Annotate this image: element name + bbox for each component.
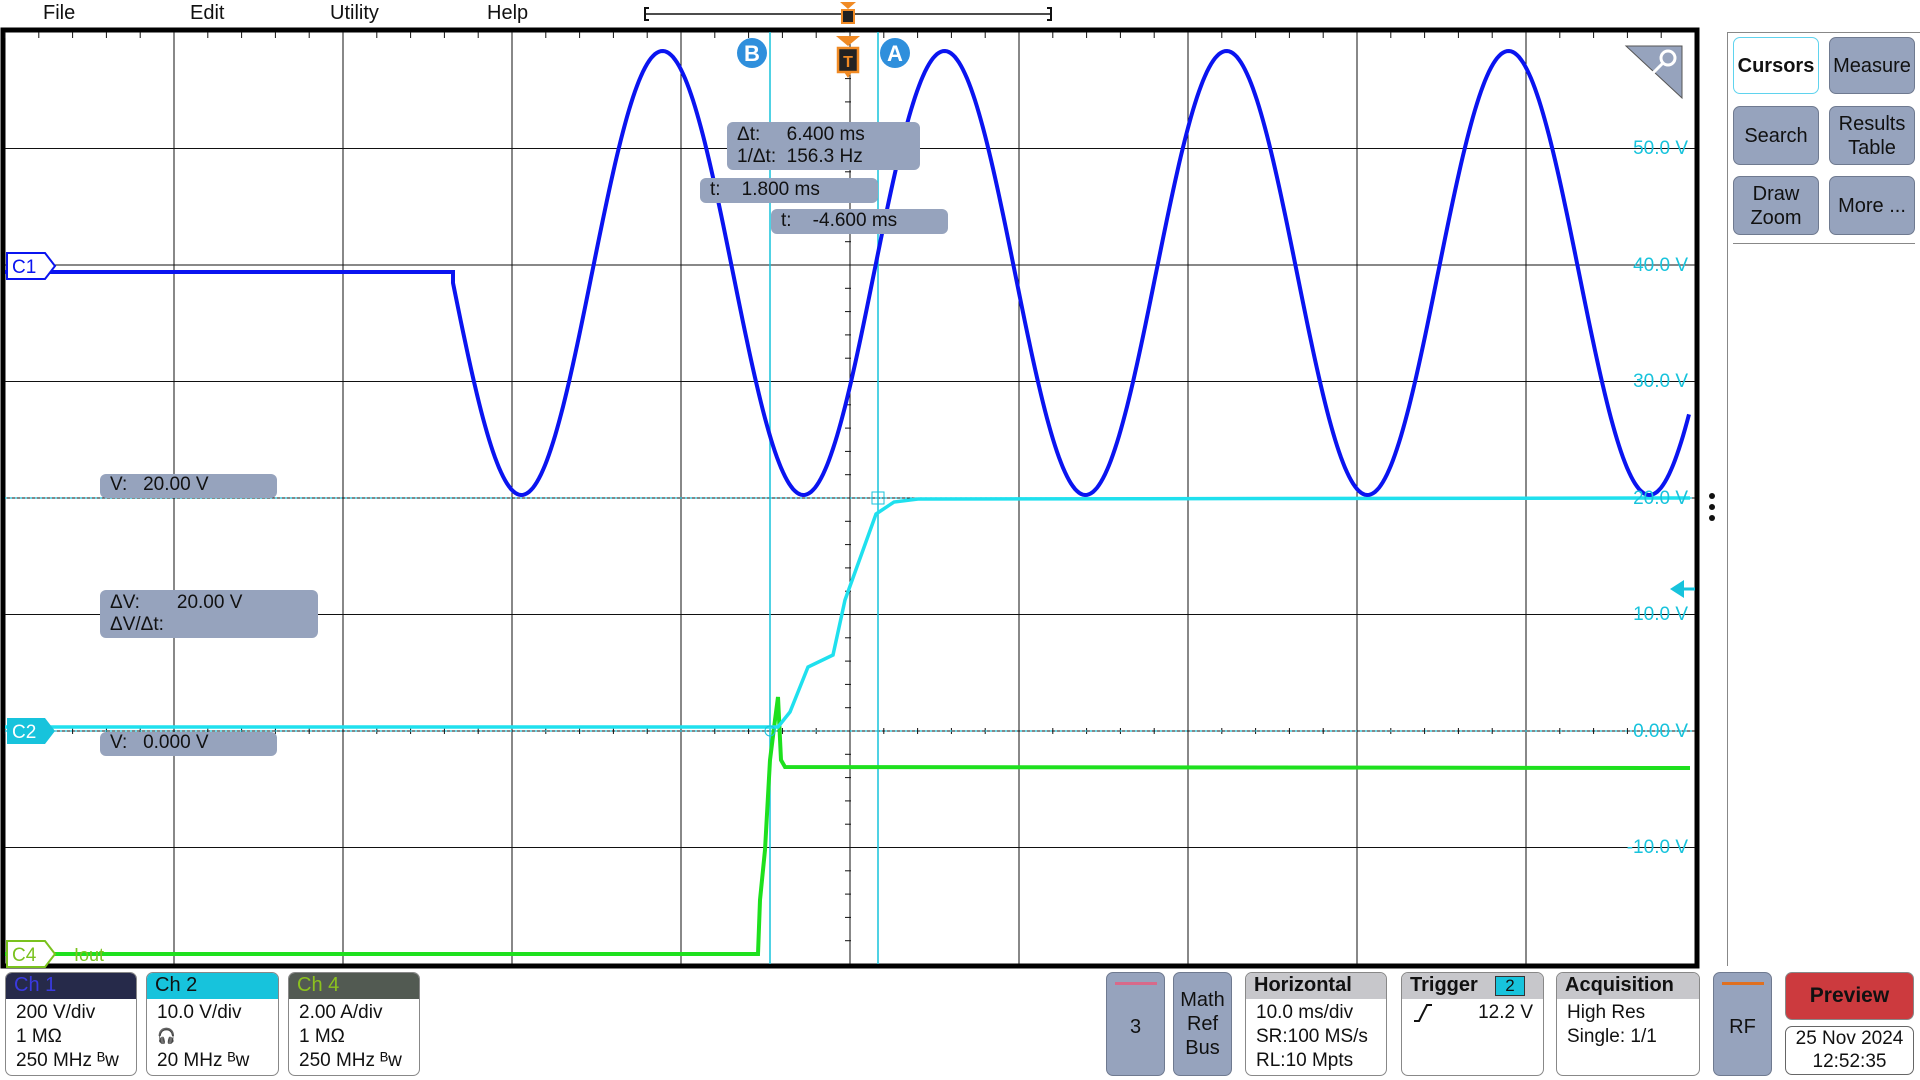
delta-t-value: Δt: 6.400 ms (737, 124, 865, 145)
side-panel (1727, 32, 1920, 966)
ch1-termination: 1 MΩ (16, 1026, 62, 1047)
ch4-termination: 1 MΩ (299, 1026, 345, 1047)
ch2-offset-badge[interactable]: C2 (7, 718, 55, 744)
ch2-badge[interactable]: Ch 2 10.0 V/div 🎧 20 MHz ᴮw (146, 972, 279, 1076)
volt-label-10: 10.0 V (1633, 604, 1688, 625)
date-time-display[interactable]: 25 Nov 2024 12:52:35 (1785, 1026, 1914, 1075)
cursor-a-voltage-readout[interactable]: V: 20.00 V (100, 474, 277, 498)
ch4-badge[interactable]: Ch 4 2.00 A/div 1 MΩ 250 MHz ᴮw (288, 972, 420, 1076)
rf-label: RF (1729, 1015, 1756, 1038)
ch1-title: Ch 1 (6, 973, 136, 999)
ch1-offset-badge[interactable]: C1 (6, 252, 57, 280)
inverse-delta-t-value: 1/Δt: 156.3 Hz (737, 146, 863, 167)
probe-icon: 🎧 (157, 1028, 176, 1045)
bus-label: Bus (1185, 1037, 1220, 1059)
delta-v-value: ΔV: 20.00 V (110, 592, 243, 613)
rf-color-bar (1721, 981, 1764, 985)
time: 12:52:35 (1812, 1051, 1887, 1072)
ch1-badge[interactable]: Ch 1 200 V/div 1 MΩ 250 MHz ᴮw (5, 972, 137, 1076)
ch1-bandwidth: 250 MHz ᴮw (16, 1050, 119, 1071)
math-label: Math (1180, 989, 1225, 1011)
cursors-button[interactable]: Cursors (1733, 37, 1819, 94)
ch3-label: 3 (1129, 1015, 1142, 1038)
cursor-b-voltage-readout[interactable]: V: 0.000 V (100, 732, 277, 756)
add-channel-3-button[interactable]: 3 (1106, 972, 1165, 1076)
horizontal-title: Horizontal (1246, 973, 1386, 999)
cursor-a-time-readout[interactable]: t: 1.800 ms (700, 178, 878, 203)
horizontal-badge[interactable]: Horizontal 10.0 ms/div SR:100 MS/s RL:10 M… (1245, 972, 1387, 1076)
ch1-scale: 200 V/div (16, 1002, 96, 1023)
cursor-b-time-readout[interactable]: t: -4.600 ms (771, 209, 948, 234)
record-timeline[interactable] (644, 2, 1052, 24)
volt-label-30: 30.0 V (1633, 371, 1688, 392)
rf-button[interactable]: RF (1713, 972, 1772, 1076)
svg-text:B: B (744, 41, 760, 66)
date: 25 Nov 2024 (1795, 1028, 1904, 1049)
preview-button[interactable]: Preview (1785, 972, 1914, 1020)
draw-zoom-button[interactable]: Draw Zoom (1733, 176, 1819, 235)
math-ref-bus-button[interactable]: Math Ref Bus (1173, 972, 1232, 1076)
side-panel-divider (1733, 243, 1915, 244)
more-button[interactable]: More ... (1829, 176, 1915, 235)
ch4-scale: 2.00 A/div (299, 1002, 383, 1023)
sample-rate: SR:100 MS/s (1256, 1026, 1368, 1047)
volt-label-minus10: -10.0 V (1626, 837, 1688, 858)
trigger-badge[interactable]: Trigger 2 12.2 V (1401, 972, 1544, 1076)
ch2-scale: 10.0 V/div (157, 1002, 242, 1023)
rising-edge-icon (1412, 1001, 1434, 1030)
delta-t-readout[interactable]: Δt: 6.400 ms 1/Δt: 156.3 Hz (727, 122, 920, 170)
ref-label: Ref (1186, 1013, 1219, 1035)
acquisition-mode: High Res (1567, 1002, 1646, 1023)
ch2-bandwidth: 20 MHz ᴮw (157, 1050, 250, 1071)
svg-text:A: A (887, 41, 903, 66)
waveform-display[interactable]: B A T C1 C2 C4 Iout (0, 0, 1920, 1080)
record-length: RL:10 Mpts (1256, 1050, 1354, 1071)
ch3-color-bar (1114, 981, 1157, 985)
ch4-title: Ch 4 (289, 973, 419, 999)
ch4-bandwidth: 250 MHz ᴮw (299, 1050, 402, 1071)
search-button[interactable]: Search (1733, 106, 1819, 165)
volt-label-40: 40.0 V (1633, 255, 1688, 276)
acquisition-badge[interactable]: Acquisition High Res Single: 1/1 (1556, 972, 1700, 1076)
trigger-source: 2 (1495, 976, 1525, 996)
ch2-title: Ch 2 (147, 973, 278, 999)
acquisition-count: Single: 1/1 (1567, 1026, 1657, 1047)
svg-text:T: T (843, 54, 853, 71)
trigger-level: 12.2 V (1478, 1002, 1533, 1023)
time-per-div: 10.0 ms/div (1256, 1002, 1354, 1023)
volt-label-0: 0.00 V (1633, 721, 1688, 742)
measure-button[interactable]: Measure (1829, 37, 1915, 94)
volt-label-20: 20.0 V (1633, 488, 1688, 509)
dv-dt-value: ΔV/Δt: (110, 614, 164, 635)
svg-text:C4: C4 (12, 945, 37, 966)
acquisition-title: Acquisition (1557, 973, 1699, 999)
volt-label-50: 50.0 V (1633, 138, 1688, 159)
more-options-dots-icon[interactable] (1709, 493, 1715, 521)
trigger-title: Trigger (1410, 974, 1478, 996)
cursor-a-handle[interactable]: A (880, 38, 910, 68)
delta-v-readout[interactable]: ΔV: 20.00 V ΔV/Δt: (100, 590, 318, 638)
svg-text:C2: C2 (12, 722, 36, 743)
results-table-button[interactable]: Results Table (1829, 106, 1915, 165)
svg-text:Iout: Iout (74, 945, 104, 965)
cursor-b-handle[interactable]: B (737, 38, 767, 68)
svg-text:C1: C1 (12, 257, 36, 278)
